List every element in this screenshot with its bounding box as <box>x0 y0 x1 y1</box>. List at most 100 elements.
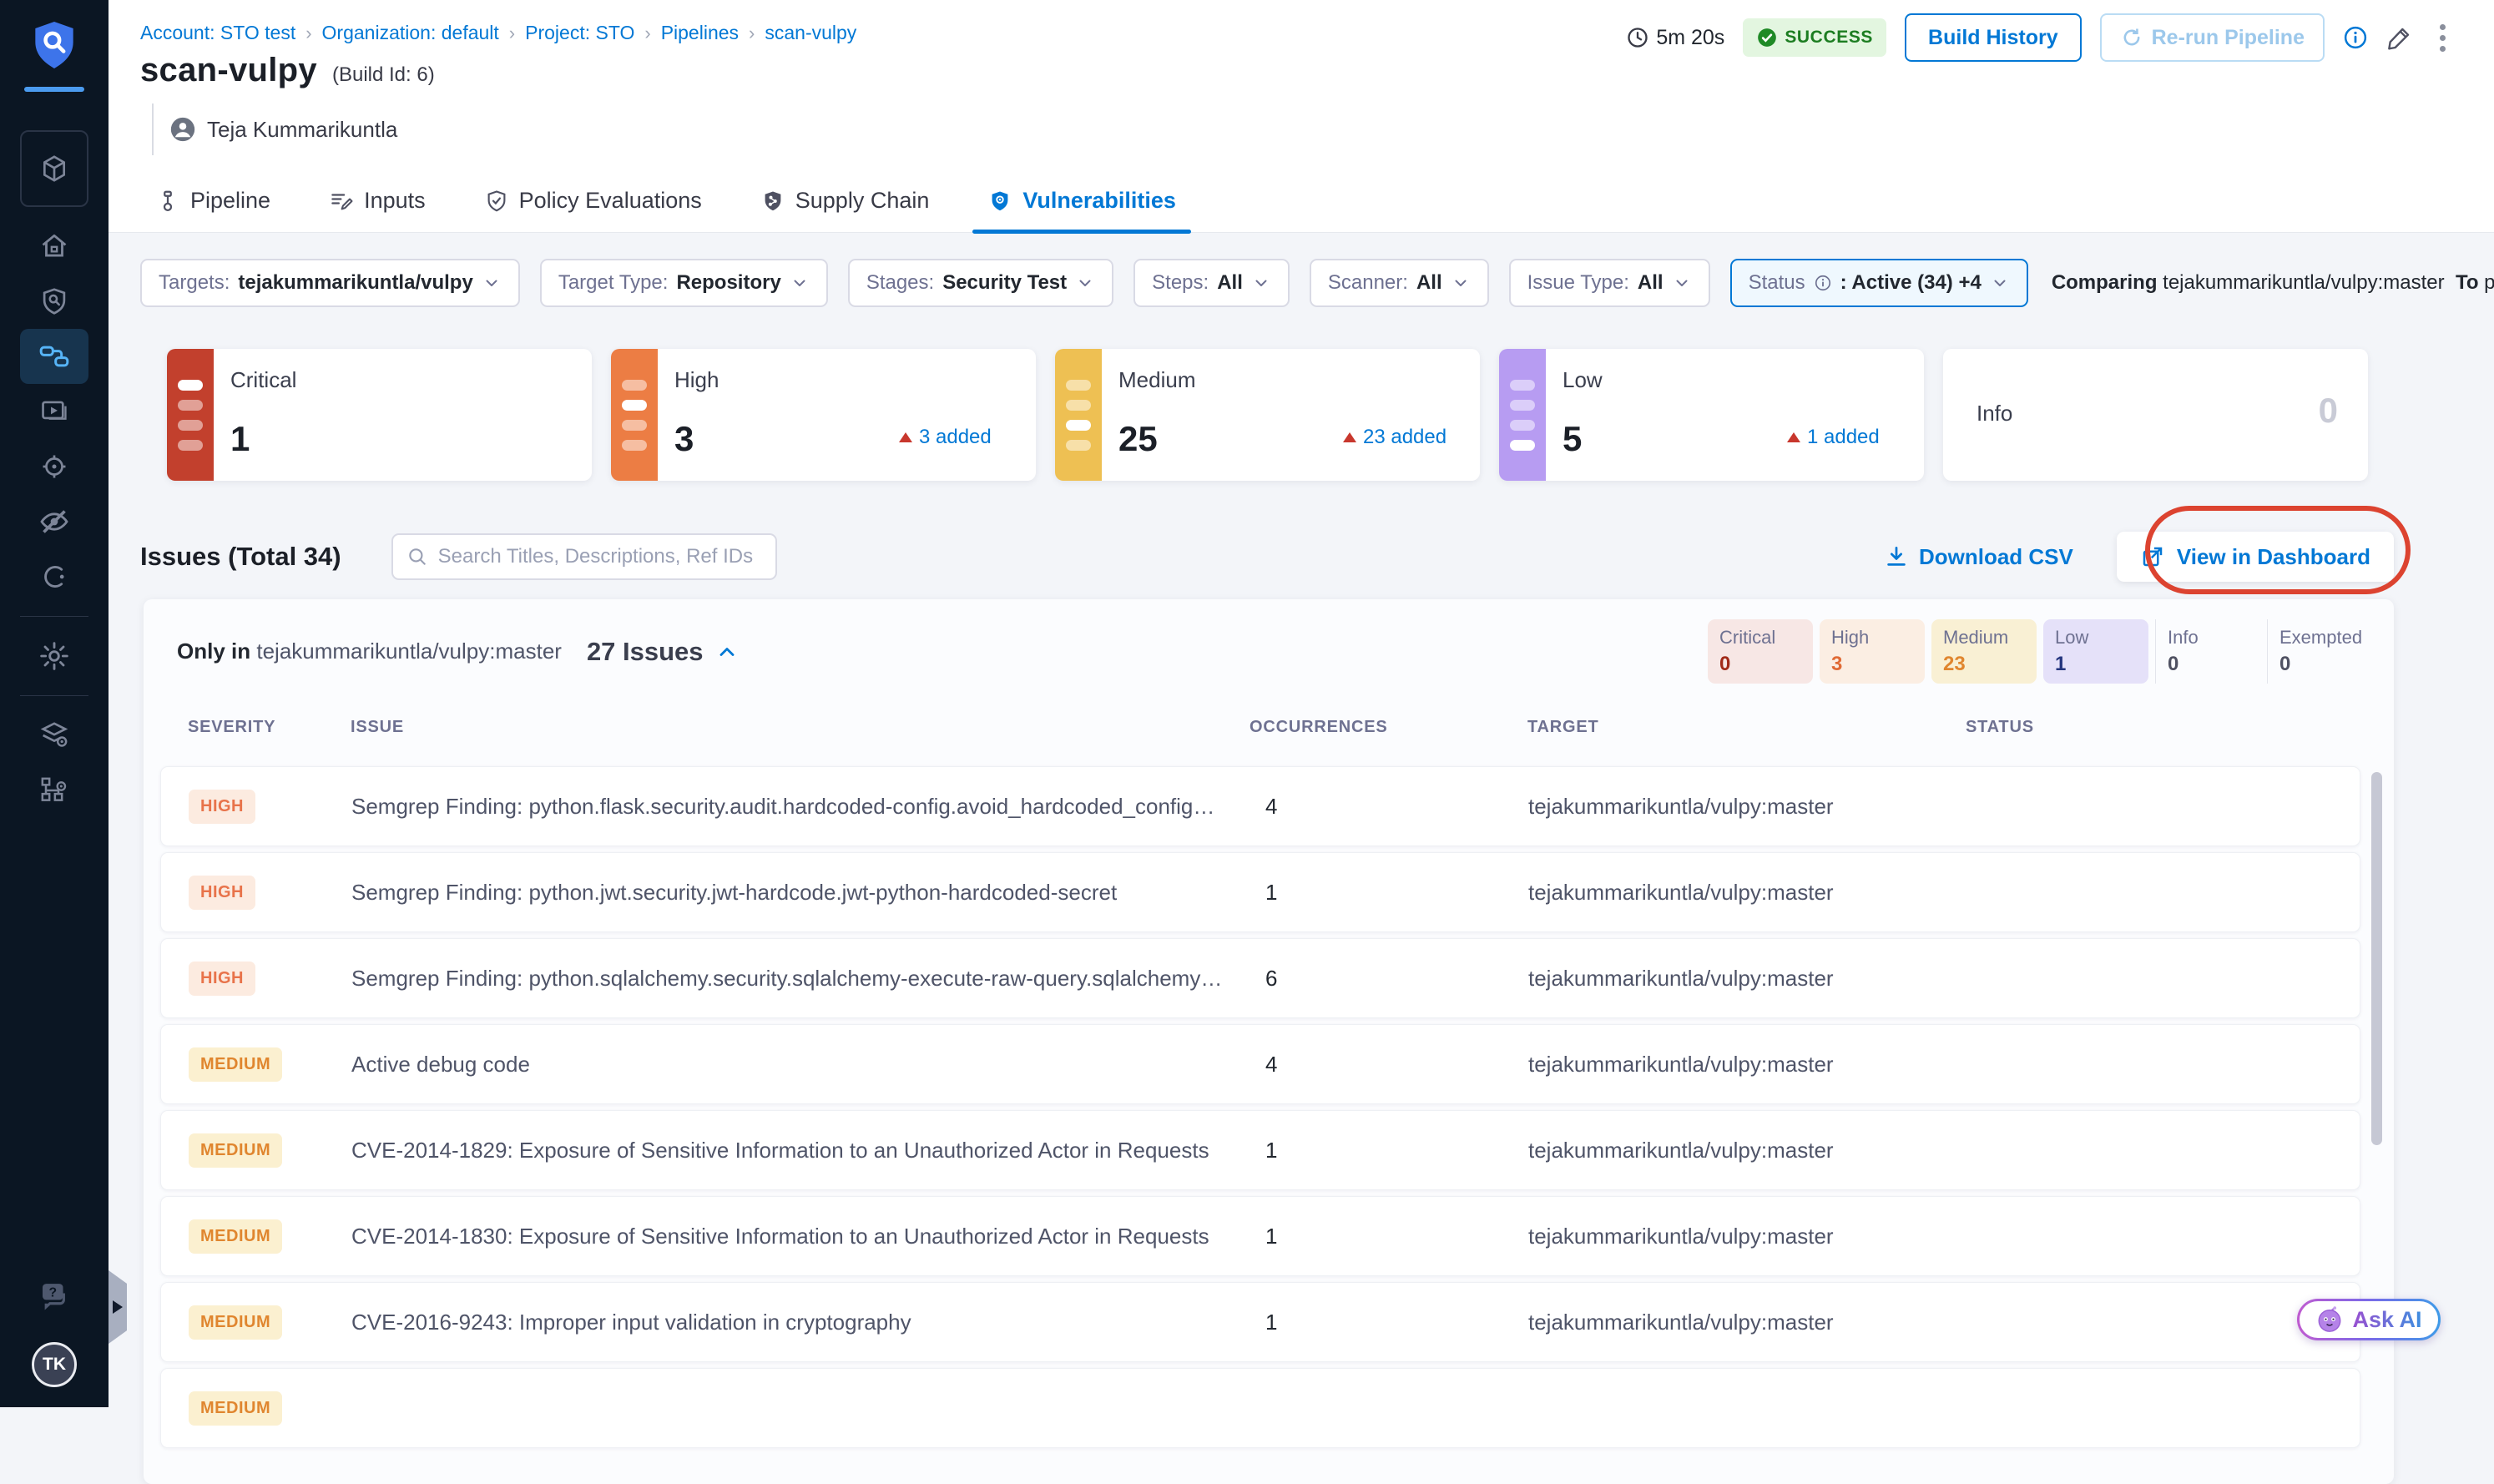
breadcrumb-separator: › <box>305 22 312 43</box>
tab-pipeline[interactable]: Pipeline <box>150 174 275 234</box>
tab-label: Vulnerabilities <box>1022 188 1176 213</box>
severity-card-high[interactable]: High 3 3 added <box>611 349 1036 481</box>
target-value: tejakummarikuntla/vulpy:master <box>1528 1137 1834 1163</box>
gauge-pill <box>178 439 203 451</box>
download-csv-button[interactable]: Download CSV <box>1884 544 2073 570</box>
comparing-text: Comparing tejakummarikuntla/vulpy:master… <box>2051 271 2494 294</box>
chat-help-icon[interactable]: ? <box>37 1279 72 1314</box>
filter-label: Issue Type: <box>1527 271 1629 294</box>
severity-card-medium[interactable]: Medium 25 23 added <box>1055 349 1480 481</box>
targets-icon <box>38 451 70 482</box>
occurrences-value: 1 <box>1265 1223 1278 1249</box>
sidebar-item-pipelines[interactable] <box>20 329 88 384</box>
table-row[interactable]: MEDIUM Active debug code 4 tejakummarikuntl… <box>160 1024 2360 1104</box>
filter-label: Targets: <box>159 271 230 294</box>
gauge-pill <box>622 399 647 411</box>
severity-cell: HIGH <box>189 961 351 996</box>
sidebar-item-security-review[interactable] <box>20 494 88 549</box>
gauge-pill <box>178 419 203 431</box>
filter-status[interactable]: Status: Active (34) +4 <box>1729 259 2028 307</box>
exemptions-icon <box>38 561 70 593</box>
sidebar-item-home[interactable] <box>20 219 88 274</box>
breadcrumb-link-3[interactable]: Pipelines <box>661 22 739 44</box>
tab-inputs[interactable]: Inputs <box>324 174 431 234</box>
table-row[interactable]: MEDIUM CVE-2016-9243: Improper input vali… <box>160 1282 2360 1362</box>
severity-cell: MEDIUM <box>189 1305 351 1340</box>
sidebar-item-executions[interactable] <box>20 384 88 439</box>
info-icon <box>1814 274 1832 292</box>
added-link[interactable]: 3 added <box>899 426 992 449</box>
filter-stages[interactable]: Stages: Security Test <box>847 259 1114 307</box>
pipeline-duration: 5m 20s <box>1626 26 1724 50</box>
build-history-button[interactable]: Build History <box>1905 13 2082 62</box>
user-avatar[interactable]: TK <box>32 1342 77 1387</box>
search-input[interactable] <box>437 545 762 568</box>
table-row[interactable]: HIGH Semgrep Finding: python.sqlalchemy.s… <box>160 938 2360 1018</box>
table-row[interactable]: HIGH Semgrep Finding: python.flask.securi… <box>160 766 2360 846</box>
group-issue-count[interactable]: 27 Issues <box>587 637 739 667</box>
column-header-status: STATUS <box>1966 718 2034 736</box>
breadcrumb-link-4[interactable]: scan-vulpy <box>765 22 856 44</box>
target-value: tejakummarikuntla/vulpy:master <box>1528 965 1834 991</box>
breadcrumb-link-0[interactable]: Account: STO test <box>140 22 295 44</box>
severity-card-count: 3 <box>674 419 694 458</box>
added-link[interactable]: 23 added <box>1343 426 1446 449</box>
table-row[interactable]: MEDIUM CVE-2014-1830: Exposure of Sensiti… <box>160 1196 2360 1276</box>
view-in-dashboard-button[interactable]: View in Dashboard <box>2116 532 2394 582</box>
gauge-pill <box>1510 399 1535 411</box>
eye-off-icon <box>38 505 71 538</box>
expand-arrow-icon <box>113 1300 123 1314</box>
filter-issuetype[interactable]: Issue Type: All <box>1508 259 1710 307</box>
ask-ai-button[interactable]: Ask AI <box>2297 1299 2441 1340</box>
info-icon[interactable] <box>2343 25 2368 50</box>
breadcrumb-link-1[interactable]: Organization: default <box>322 22 499 44</box>
table-row[interactable]: HIGH Semgrep Finding: python.jwt.security… <box>160 852 2360 932</box>
rerun-pipeline-button[interactable]: Re-run Pipeline <box>2099 13 2325 62</box>
vulnerabilities-icon <box>987 189 1012 214</box>
scrollbar-thumb[interactable] <box>2371 772 2382 1145</box>
breadcrumb-separator: › <box>749 22 755 43</box>
sidebar-item-default-settings[interactable] <box>20 708 88 763</box>
sidebar-item-test-targets[interactable] <box>20 439 88 494</box>
added-link[interactable]: 1 added <box>1787 426 1880 449</box>
severity-card-critical[interactable]: Critical 1 <box>167 349 592 481</box>
table-row[interactable]: MEDIUM <box>160 1368 2360 1448</box>
chip-medium: Medium 23 <box>1931 619 2037 684</box>
filter-label: Stages: <box>866 271 935 294</box>
issues-search[interactable] <box>391 533 777 580</box>
chip-label: High <box>1831 627 1870 648</box>
occurrences-value: 1 <box>1265 879 1278 905</box>
filter-scanner[interactable]: Scanner: All <box>1309 259 1489 307</box>
filter-targettype[interactable]: Target Type: Repository <box>539 259 828 307</box>
chip-label: Info <box>2168 627 2199 648</box>
harness-sto-logo-icon[interactable] <box>28 18 81 72</box>
filter-steps[interactable]: Steps: All <box>1133 259 1290 307</box>
supply-chain-icon <box>760 189 785 214</box>
chip-low: Low 1 <box>2043 619 2148 684</box>
tab-supply-chain[interactable]: Supply Chain <box>755 174 935 234</box>
occurrences-value: 4 <box>1265 1051 1278 1077</box>
filter-targets[interactable]: Targets: tejakummarikuntla/vulpy <box>140 259 520 307</box>
sidebar-item-overview[interactable] <box>20 274 88 329</box>
tab-vulnerabilities[interactable]: Vulnerabilities <box>972 174 1191 234</box>
table-row[interactable]: MEDIUM CVE-2014-1829: Exposure of Sensiti… <box>160 1110 2360 1190</box>
gear-icon <box>38 639 71 673</box>
chevron-down-icon <box>482 273 502 293</box>
tab-policy-evaluations[interactable]: Policy Evaluations <box>479 174 707 234</box>
severity-card-label: Low <box>1563 367 1603 392</box>
sidebar-item-exemptions[interactable] <box>20 549 88 604</box>
edit-pencil-icon[interactable] <box>2386 24 2413 51</box>
breadcrumb-link-2[interactable]: Project: STO <box>525 22 634 44</box>
main-content: Targets: tejakummarikuntla/vulpy Target Ty… <box>109 234 2494 1484</box>
chip-value: 3 <box>1831 653 1843 675</box>
more-options-kebab-icon[interactable] <box>2431 21 2454 55</box>
sidebar-item-module-switcher[interactable] <box>20 130 88 207</box>
chip-value: 23 <box>1943 653 1966 675</box>
severity-card-low[interactable]: Low 5 1 added <box>1499 349 1924 481</box>
severity-badge: HIGH <box>189 789 255 824</box>
sidebar-item-organization-settings[interactable] <box>20 763 88 818</box>
severity-card-info[interactable]: Info 0 <box>1943 349 2368 481</box>
sidebar-item-project-settings[interactable] <box>20 628 88 684</box>
person-icon <box>170 117 195 142</box>
column-header-occurrences: OCCURRENCES <box>1250 718 1388 736</box>
